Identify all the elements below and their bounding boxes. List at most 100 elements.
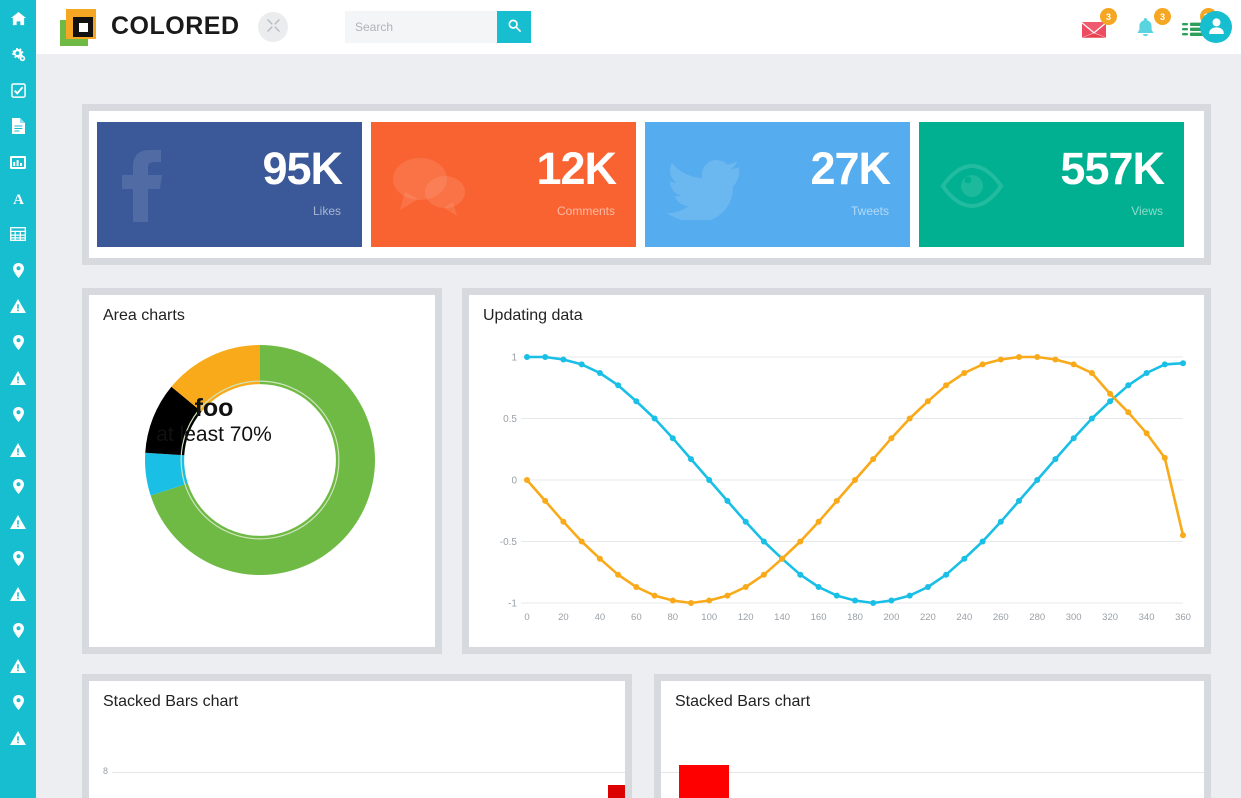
data-point[interactable] <box>596 370 603 376</box>
data-point[interactable] <box>815 584 822 590</box>
data-point[interactable] <box>1180 360 1186 367</box>
sidebar-item-typography[interactable]: A <box>0 180 36 216</box>
sidebar-item-alerts-5[interactable] <box>0 576 36 612</box>
data-point[interactable] <box>1143 430 1150 437</box>
sidebar-item-maps-2[interactable] <box>0 324 36 360</box>
sidebar-item-maps-3[interactable] <box>0 396 36 432</box>
data-point[interactable] <box>797 571 804 578</box>
data-point[interactable] <box>669 597 676 604</box>
data-point[interactable] <box>706 477 713 483</box>
data-point[interactable] <box>633 584 640 590</box>
data-point[interactable] <box>524 354 530 360</box>
data-point[interactable] <box>997 518 1004 525</box>
search-submit-button[interactable] <box>497 11 531 43</box>
data-point[interactable] <box>870 456 877 463</box>
sidebar-item-maps-4[interactable] <box>0 468 36 504</box>
stat-card-views[interactable]: 557K Views <box>919 122 1184 247</box>
data-point[interactable] <box>669 435 676 442</box>
data-point[interactable] <box>651 592 658 599</box>
sidebar-item-maps-1[interactable] <box>0 252 36 288</box>
data-point[interactable] <box>852 477 858 483</box>
data-point[interactable] <box>688 600 694 606</box>
sidebar-item-charts[interactable] <box>0 144 36 180</box>
data-point[interactable] <box>524 477 530 483</box>
sidebar-item-maps-5[interactable] <box>0 540 36 576</box>
data-point[interactable] <box>1016 354 1022 360</box>
sidebar-item-alerts-1[interactable] <box>0 288 36 324</box>
data-point[interactable] <box>888 597 895 604</box>
sidebar-item-tables[interactable] <box>0 216 36 252</box>
data-point[interactable] <box>596 555 603 562</box>
data-point[interactable] <box>1107 390 1114 397</box>
data-point[interactable] <box>560 518 567 525</box>
data-point[interactable] <box>906 415 913 422</box>
bar-segment[interactable] <box>608 785 625 798</box>
data-point[interactable] <box>1070 435 1077 442</box>
data-point[interactable] <box>615 382 622 389</box>
data-point[interactable] <box>1088 370 1095 376</box>
data-point[interactable] <box>870 600 877 606</box>
data-point[interactable] <box>779 555 786 562</box>
sidebar-item-maps-7[interactable] <box>0 684 36 720</box>
sidebar-item-alerts-2[interactable] <box>0 360 36 396</box>
data-point[interactable] <box>833 497 840 504</box>
data-point[interactable] <box>1034 477 1041 483</box>
data-point[interactable] <box>852 597 858 604</box>
data-point[interactable] <box>979 538 986 545</box>
data-point[interactable] <box>1125 382 1132 389</box>
stat-card-likes[interactable]: 95K Likes <box>97 122 362 247</box>
data-point[interactable] <box>997 356 1004 363</box>
data-point[interactable] <box>724 497 731 504</box>
sidebar-item-alerts-3[interactable] <box>0 432 36 468</box>
data-point[interactable] <box>760 538 767 545</box>
data-point[interactable] <box>906 592 913 599</box>
data-point[interactable] <box>688 456 694 463</box>
data-point[interactable] <box>815 518 822 525</box>
data-point[interactable] <box>578 361 585 368</box>
sidebar-item-tasks[interactable] <box>0 72 36 108</box>
sidebar-item-alerts-4[interactable] <box>0 504 36 540</box>
sidebar-item-home[interactable] <box>0 0 36 36</box>
data-point[interactable] <box>979 361 986 368</box>
data-point[interactable] <box>651 415 658 422</box>
data-point[interactable] <box>1070 361 1077 368</box>
notifications-button[interactable]: 3 <box>1136 8 1171 41</box>
data-point[interactable] <box>924 584 931 590</box>
data-point[interactable] <box>542 497 549 504</box>
data-point[interactable] <box>961 555 968 562</box>
sidebar-toggle-button[interactable] <box>258 12 288 42</box>
data-point[interactable] <box>1161 454 1168 461</box>
data-point[interactable] <box>724 592 731 599</box>
data-point[interactable] <box>706 597 713 604</box>
data-point[interactable] <box>1161 361 1168 368</box>
data-point[interactable] <box>1034 354 1041 360</box>
messages-button[interactable]: 3 <box>1082 8 1117 41</box>
avatar[interactable] <box>1200 11 1232 43</box>
sidebar-item-alerts-7[interactable] <box>0 720 36 756</box>
data-point[interactable] <box>888 435 895 442</box>
data-point[interactable] <box>961 370 968 376</box>
data-point[interactable] <box>1052 456 1059 463</box>
data-point[interactable] <box>1052 356 1059 363</box>
sidebar-item-maps-6[interactable] <box>0 612 36 648</box>
data-point[interactable] <box>742 584 749 590</box>
data-point[interactable] <box>797 538 804 545</box>
data-point[interactable] <box>633 398 640 405</box>
data-point[interactable] <box>1180 532 1186 539</box>
data-point[interactable] <box>943 382 950 389</box>
line-chart[interactable]: -1 -0.5 0 0.5 1 0 20 40 60 80 100 120 140 160 180 200 22… <box>479 341 1197 644</box>
data-point[interactable] <box>760 571 767 578</box>
data-point[interactable] <box>578 538 585 545</box>
data-point[interactable] <box>742 518 749 525</box>
bar-segment[interactable] <box>679 765 729 798</box>
sidebar-item-documents[interactable] <box>0 108 36 144</box>
stat-card-tweets[interactable]: 27K Tweets <box>645 122 910 247</box>
data-point[interactable] <box>1125 409 1132 416</box>
sidebar-item-settings[interactable] <box>0 36 36 72</box>
data-point[interactable] <box>542 354 549 360</box>
search-input[interactable] <box>345 11 497 43</box>
data-point[interactable] <box>1107 398 1114 405</box>
data-point[interactable] <box>1143 370 1150 376</box>
sidebar-item-alerts-6[interactable] <box>0 648 36 684</box>
data-point[interactable] <box>833 592 840 599</box>
